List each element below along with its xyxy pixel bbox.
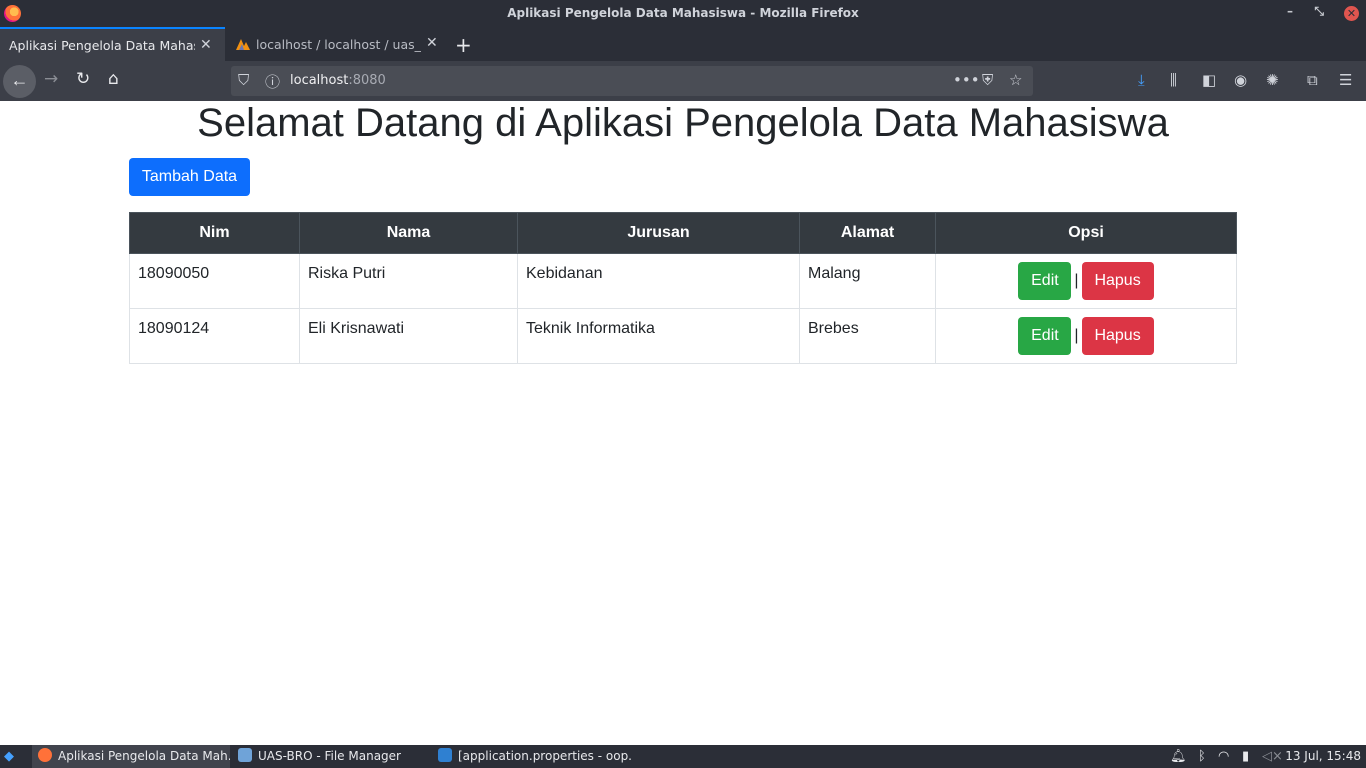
column-header-nama: Nama — [299, 212, 518, 254]
action-separator: | — [1074, 272, 1079, 289]
home-icon[interactable]: ⌂ — [108, 69, 119, 89]
tab-label: localhost / localhost / uas_oop — [256, 37, 421, 52]
app-menu-icon[interactable]: ◆ — [4, 749, 14, 764]
edit-button[interactable]: Edit — [1018, 262, 1072, 300]
url-text[interactable]: localhost:8080 — [290, 73, 386, 88]
sidebar-icon[interactable]: ◧ — [1202, 71, 1216, 89]
clock[interactable]: 13 Jul, 15:48 — [1285, 749, 1361, 763]
downloads-icon[interactable]: ⤓ — [1138, 71, 1145, 89]
tab-label: Aplikasi Pengelola Data Mahasiswa — [9, 38, 195, 53]
column-header-opsi: Opsi — [935, 212, 1237, 254]
action-separator: | — [1074, 327, 1079, 344]
window-titlebar: Aplikasi Pengelola Data Mahasiswa - Mozi… — [0, 0, 1366, 27]
new-tab-icon[interactable]: + — [455, 33, 472, 57]
tab-aplikasi[interactable]: Aplikasi Pengelola Data Mahasiswa ✕ — [0, 27, 225, 61]
table-header-row: Nim Nama Jurusan Alamat Opsi — [129, 212, 1237, 254]
student-table: Nim Nama Jurusan Alamat Opsi 18090050 Ri… — [129, 212, 1237, 364]
folder-icon — [238, 748, 252, 762]
bluetooth-icon[interactable]: ᛒ — [1198, 749, 1206, 764]
system-taskbar: ◆ Aplikasi Pengelola Data Mah... UAS-BRO… — [0, 745, 1366, 768]
window-title: Aplikasi Pengelola Data Mahasiswa - Mozi… — [507, 6, 859, 20]
tab-close-icon[interactable]: ✕ — [426, 35, 438, 51]
cookie-icon[interactable]: ✺ — [1266, 71, 1279, 89]
taskbar-item-file-manager[interactable]: UAS-BRO - File Manager — [232, 745, 428, 768]
page-content: Selamat Datang di Aplikasi Pengelola Dat… — [0, 101, 1366, 745]
navigation-toolbar: ← → ↻ ⌂ ⛉ ⓘ localhost:8080 ••• ⛨ ☆ ⤓ ⫼ ◧… — [0, 61, 1366, 101]
vscode-icon — [438, 748, 452, 762]
page-actions-icon[interactable]: ••• — [953, 71, 980, 89]
maximize-icon[interactable]: ⤡ — [1314, 4, 1324, 19]
cell-nim: 18090124 — [129, 308, 300, 364]
table-row: 18090124 Eli Krisnawati Teknik Informati… — [129, 308, 1237, 364]
window-close-icon[interactable]: ✕ — [1344, 6, 1359, 21]
delete-button[interactable]: Hapus — [1081, 317, 1154, 355]
tab-strip: Aplikasi Pengelola Data Mahasiswa ✕ loca… — [0, 27, 1366, 61]
phpmyadmin-icon — [236, 39, 250, 50]
cell-nim: 18090050 — [129, 253, 300, 309]
add-data-button[interactable]: Tambah Data — [129, 158, 250, 196]
extensions-icon[interactable]: ⧉ — [1307, 71, 1318, 89]
taskbar-item-label: Aplikasi Pengelola Data Mah... — [58, 749, 230, 763]
bookmark-star-icon[interactable]: ☆ — [1009, 71, 1022, 89]
cell-jurusan: Kebidanan — [517, 253, 800, 309]
table-row: 18090050 Riska Putri Kebidanan Malang Ed… — [129, 253, 1237, 309]
tab-phpmyadmin[interactable]: localhost / localhost / uas_oop ✕ — [226, 27, 448, 61]
cell-opsi: Edit | Hapus — [935, 253, 1237, 309]
battery-icon[interactable]: ▮ — [1242, 749, 1249, 764]
library-icon[interactable]: ⫼ — [1170, 71, 1177, 89]
taskbar-item-label: [application.properties - oop... — [458, 749, 632, 763]
page-title: Selamat Datang di Aplikasi Pengelola Dat… — [197, 101, 1169, 145]
cell-alamat: Malang — [799, 253, 936, 309]
taskbar-item-label: UAS-BRO - File Manager — [258, 749, 401, 763]
delete-button[interactable]: Hapus — [1081, 262, 1154, 300]
cell-nama: Eli Krisnawati — [299, 308, 518, 364]
cell-alamat: Brebes — [799, 308, 936, 364]
tab-close-icon[interactable]: ✕ — [200, 37, 212, 53]
column-header-nim: Nim — [129, 212, 300, 254]
reload-icon[interactable]: ↻ — [76, 69, 90, 89]
url-bar[interactable]: ⛉ ⓘ localhost:8080 ••• ⛨ ☆ — [231, 66, 1033, 96]
back-arrow-icon[interactable]: ← — [3, 65, 36, 98]
column-header-jurusan: Jurusan — [517, 212, 800, 254]
notification-bell-icon[interactable]: 🔔︎ — [1170, 749, 1187, 764]
minimize-icon[interactable]: – — [1287, 4, 1293, 18]
column-header-alamat: Alamat — [799, 212, 936, 254]
tracking-shield-icon[interactable]: ⛉ — [238, 71, 249, 89]
site-info-icon[interactable]: ⓘ — [265, 71, 280, 92]
taskbar-item-firefox[interactable]: Aplikasi Pengelola Data Mah... — [32, 745, 230, 768]
pocket-icon[interactable]: ⛨ — [982, 71, 993, 89]
wifi-icon[interactable]: ◠ — [1218, 749, 1229, 764]
cell-opsi: Edit | Hapus — [935, 308, 1237, 364]
forward-arrow-icon[interactable]: → — [44, 69, 58, 89]
firefox-icon — [38, 748, 52, 762]
cell-nama: Riska Putri — [299, 253, 518, 309]
volume-muted-icon[interactable]: ◁× — [1262, 749, 1283, 764]
cell-jurusan: Teknik Informatika — [517, 308, 800, 364]
hamburger-menu-icon[interactable]: ☰ — [1339, 71, 1352, 89]
edit-button[interactable]: Edit — [1018, 317, 1072, 355]
taskbar-item-vscode[interactable]: [application.properties - oop... — [432, 745, 632, 768]
account-icon[interactable]: ◉ — [1234, 71, 1247, 89]
